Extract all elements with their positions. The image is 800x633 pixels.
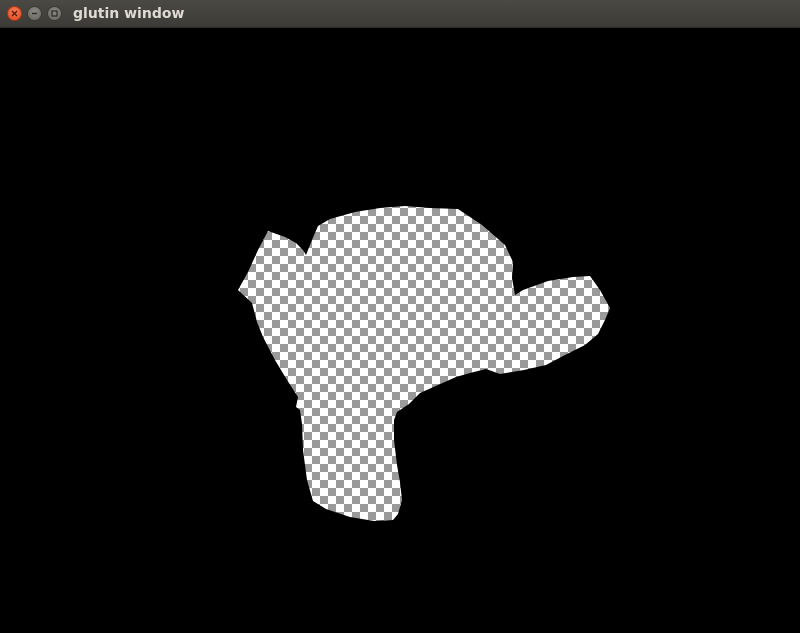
- maximize-icon: [51, 10, 58, 17]
- render-canvas[interactable]: [0, 28, 800, 628]
- minimize-button[interactable]: [27, 6, 42, 21]
- render-surface: [238, 206, 610, 521]
- close-button[interactable]: [7, 6, 22, 21]
- close-icon: [11, 10, 18, 17]
- maximize-button[interactable]: [47, 6, 62, 21]
- app-window: glutin window: [0, 0, 800, 628]
- monkey-head-silhouette: [238, 206, 610, 521]
- window-titlebar[interactable]: glutin window: [0, 0, 800, 28]
- minimize-icon: [32, 12, 37, 15]
- window-title: glutin window: [73, 6, 185, 22]
